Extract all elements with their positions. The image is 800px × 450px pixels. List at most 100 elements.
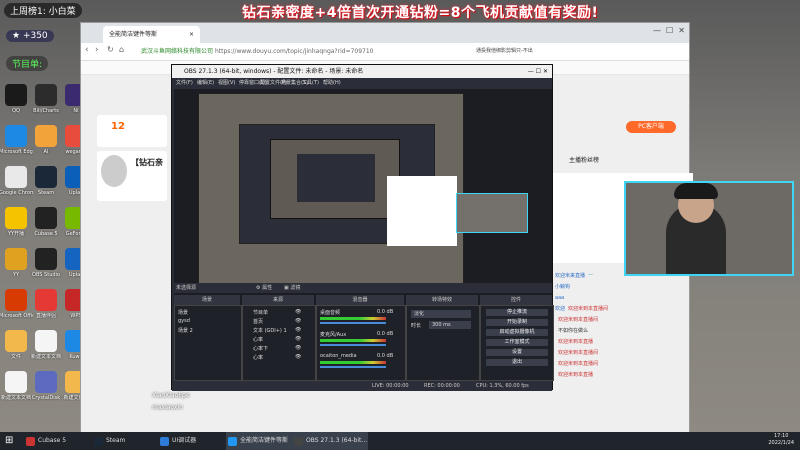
doc2-icon[interactable] <box>5 371 27 393</box>
browser-tab[interactable]: 全能简洁键件等斯 × <box>103 26 200 43</box>
eye-icon[interactable]: 👁 <box>295 309 301 315</box>
tab-title: 全能简洁键件等斯 <box>109 31 158 38</box>
edge-icon[interactable] <box>5 125 27 147</box>
home-icon[interactable]: ⌂ <box>119 45 124 54</box>
obs-window: OBS 27.1.3 (64-bit, windows) - 配置文件: 未命名… <box>171 64 554 391</box>
eye-icon[interactable]: 👁 <box>295 336 301 342</box>
volume-slider[interactable] <box>320 366 386 368</box>
taskbar-item[interactable]: 全能简洁键件等斯 <box>226 432 302 450</box>
taskbar-item-label: Steam <box>106 437 126 444</box>
chat-line: 欢迎米来直播一 <box>555 272 685 281</box>
source-item[interactable]: 首页 <box>253 318 263 325</box>
chat-line: 欢迎米到本直播间 <box>555 316 685 325</box>
chart-icon[interactable] <box>35 84 57 106</box>
desktop-icon-label: 直播伴侣 <box>35 313 56 319</box>
steam-icon[interactable] <box>35 166 57 188</box>
banner-headline: 钻石亲密度+4倍首次开通钻粉=8个飞机贡献值有奖励! <box>242 5 599 21</box>
mixer-channel-level: 0.0 dB <box>377 331 394 337</box>
disk-icon[interactable] <box>35 371 57 393</box>
right-bookmark[interactable]: 通投我他绑影剪辑只-不出 <box>476 47 533 54</box>
transitions-dock-header: 转场特效 <box>406 295 478 305</box>
stream-title: 【钻石亲 <box>131 158 163 167</box>
companion-icon[interactable] <box>35 289 57 311</box>
obs-icon[interactable] <box>35 248 57 270</box>
chat-text: 欢迎米到本直播间 <box>558 317 599 323</box>
cubase-icon[interactable] <box>35 207 57 229</box>
desktop-icon-label: Bill/Charts <box>33 108 59 114</box>
scene-item[interactable]: gysd <box>178 318 190 324</box>
obs-menu-item[interactable]: 文件(F) <box>176 78 193 88</box>
score-value: +350 <box>22 31 48 41</box>
obs-menu-item[interactable]: 帮助(H) <box>323 78 341 88</box>
volume-meter <box>320 361 386 364</box>
control-button[interactable]: 设置 <box>486 349 548 356</box>
mixer-channel-level: 0.0 dB <box>377 353 394 359</box>
eye-icon[interactable]: 👁 <box>295 345 301 351</box>
taskbar-item[interactable]: Steam <box>92 432 168 450</box>
eye-icon[interactable]: 👁 <box>295 354 301 360</box>
filters-button[interactable]: ▣ 滤镜 <box>284 283 300 293</box>
sources-dock-header: 来源 <box>242 295 314 305</box>
source-item[interactable]: 节目单 <box>253 309 268 316</box>
chat-user: 欢迎米来直播 <box>555 273 586 279</box>
close-icon[interactable]: × <box>189 31 194 38</box>
cpu-status: CPU: 1.3%, 60.00 fps <box>476 383 529 389</box>
chat-user: 欢迎 <box>555 306 566 312</box>
chat-text: 欢迎米到本直播 <box>558 372 594 378</box>
reload-icon[interactable]: ↻ <box>107 45 114 54</box>
control-button[interactable]: 工作室模式 <box>486 339 548 346</box>
maximize-icon[interactable]: ☐ <box>666 26 673 35</box>
mixer-dock: 桌面音频 0.0 dB 麦克风/Aux 0.0 dB ocaiton_media 0.0 … <box>316 305 406 381</box>
mixer-channel-name: ocaiton_media <box>320 353 357 359</box>
volume-slider[interactable] <box>320 344 386 346</box>
rec-status: REC: 00:00:00 <box>424 383 460 389</box>
control-button[interactable]: 停止推流 <box>486 309 548 316</box>
back-icon[interactable]: ‹ <box>85 45 89 55</box>
qq-icon[interactable] <box>5 84 27 106</box>
volume-slider[interactable] <box>320 322 386 324</box>
source-item[interactable]: 文本 (GDI+) 1 <box>253 327 287 334</box>
transition-select[interactable]: 淡化 <box>411 310 471 318</box>
source-item[interactable]: 心率下 <box>253 345 268 352</box>
desktop-icon-label: CrystalDisk <box>31 395 61 401</box>
eye-icon[interactable]: 👁 <box>295 318 301 324</box>
source-item[interactable]: 心率 <box>253 336 263 343</box>
scene-item[interactable]: 场景 <box>178 309 188 316</box>
office-icon[interactable] <box>5 289 27 311</box>
owl-icon[interactable] <box>5 248 27 270</box>
source-item[interactable]: 心率 <box>253 354 263 361</box>
chrome-icon[interactable] <box>5 166 27 188</box>
duration-field[interactable]: 300 ms <box>429 321 471 329</box>
clock[interactable]: 17:10 2022/1/24 <box>768 433 794 447</box>
scene-item[interactable]: 场景 2 <box>178 327 193 334</box>
obs-menu-item[interactable]: 视图(V) <box>218 78 235 88</box>
volume-meter <box>320 339 386 342</box>
close-window-icon[interactable]: ✕ <box>678 26 685 35</box>
minimize-icon[interactable]: — <box>653 26 661 35</box>
pc-client-button[interactable]: PC客户端 <box>626 121 676 133</box>
taskbar-item[interactable]: OBS 27.1.3 (64-bit... <box>292 432 368 450</box>
doc-icon[interactable] <box>35 330 57 352</box>
scenes-dock: 场景 gysd 场景 2 <box>174 305 242 381</box>
taskbar-item[interactable]: Cubase 5 <box>24 432 100 450</box>
eye-icon[interactable]: 👁 <box>295 327 301 333</box>
properties-button[interactable]: ⚙ 属性 <box>256 283 272 293</box>
source-toolbar: 未选择源 ⚙ 属性 ▣ 滤镜 <box>172 283 552 293</box>
folder-icon[interactable] <box>5 330 27 352</box>
top-rank-badge: 上周榜1: 小白菜 <box>4 3 82 18</box>
obs-menu-item[interactable]: 编辑(E) <box>197 78 214 88</box>
control-button[interactable]: 启动虚拟摄像机 <box>486 329 548 336</box>
obs-menu-item[interactable]: 工具(T) <box>302 78 319 88</box>
control-button[interactable]: 退出 <box>486 359 548 366</box>
ai-icon[interactable] <box>35 125 57 147</box>
control-button[interactable]: 开始录制 <box>486 319 548 326</box>
start-icon[interactable]: ⊞ <box>5 435 13 446</box>
forward-icon[interactable]: › <box>95 45 99 55</box>
yy-icon[interactable] <box>5 207 27 229</box>
taskbar-item[interactable]: UI调试器 <box>158 432 234 450</box>
url-field[interactable]: 武汉斗鱼网络科技有限公司 https://www.douyu.com/topic… <box>141 46 471 58</box>
mixer-channel-name: 麦克风/Aux <box>320 332 347 338</box>
desktop-icon-label: Cubase 5 <box>34 231 58 237</box>
obs-window-controls[interactable]: — ☐ ✕ <box>528 65 548 78</box>
cubase-taskbar-icon <box>26 437 35 446</box>
